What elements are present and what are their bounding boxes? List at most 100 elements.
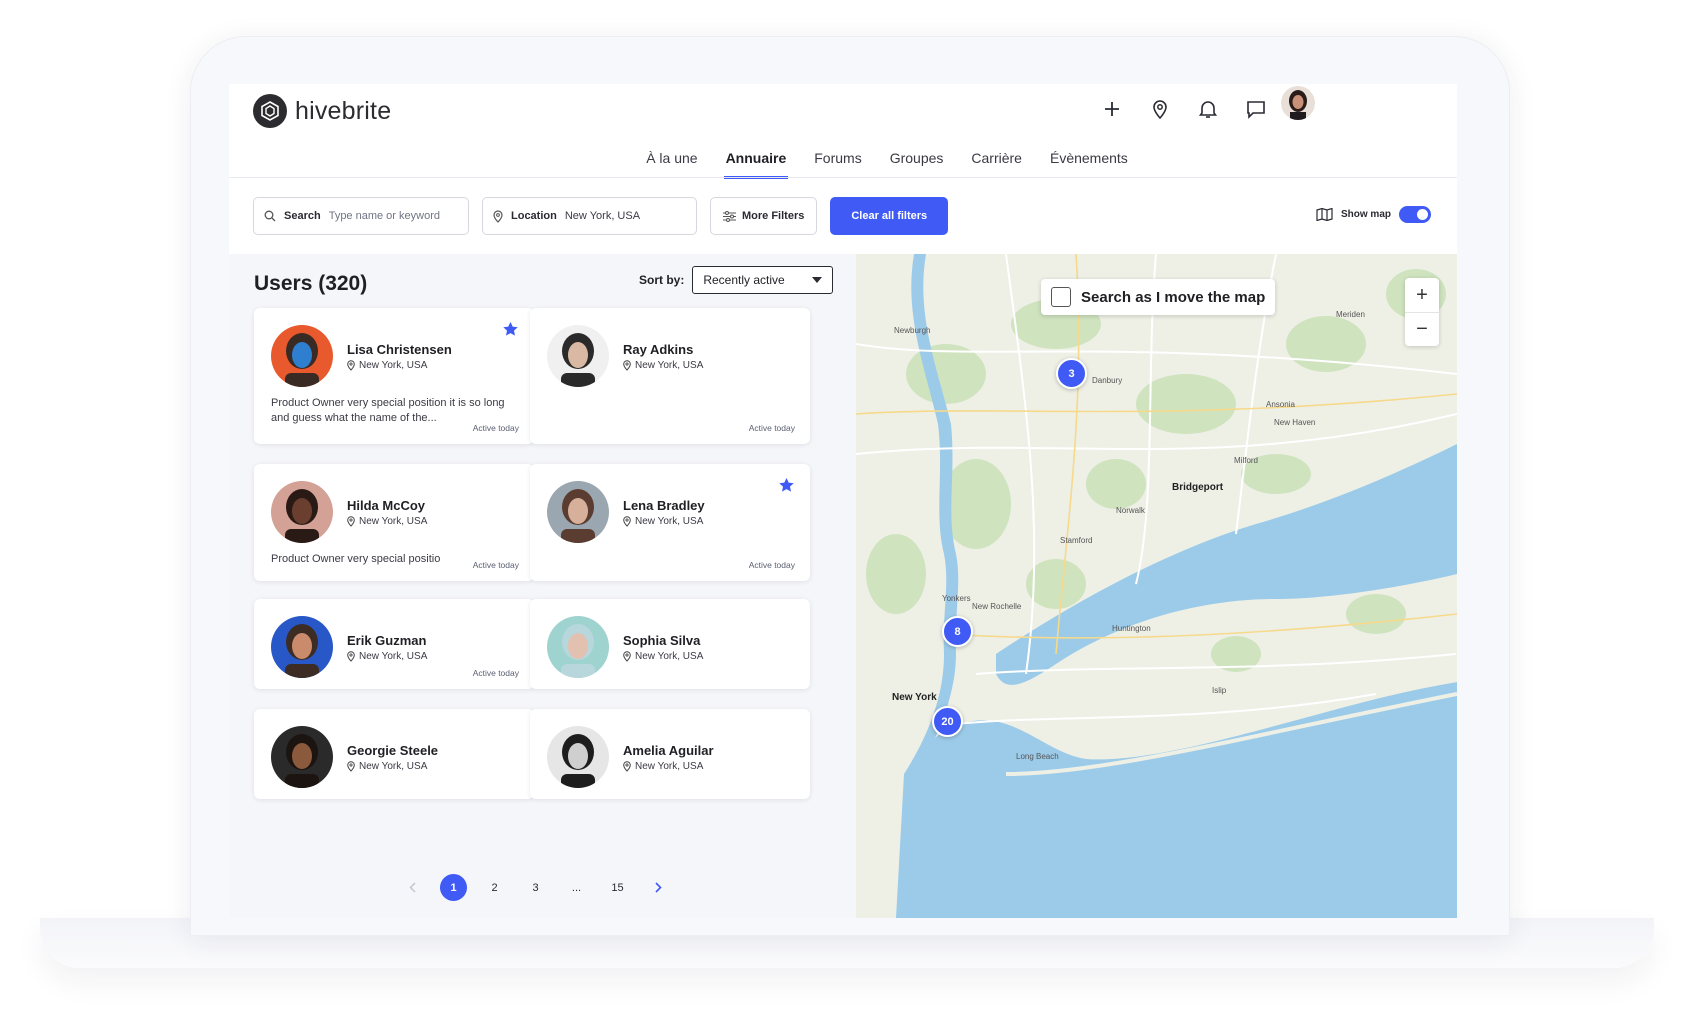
- active-status: Active today: [748, 423, 795, 433]
- user-location: New York, USA: [623, 651, 703, 662]
- pagination-page[interactable]: 2: [481, 874, 508, 901]
- chat-icon[interactable]: [1245, 98, 1267, 120]
- map-label-new-rochelle: New Rochelle: [972, 602, 1022, 611]
- pagination-page[interactable]: 3: [522, 874, 549, 901]
- pagination-page[interactable]: 15: [604, 874, 631, 901]
- location-field[interactable]: Location New York, USA: [482, 197, 697, 235]
- zoom-in-button[interactable]: +: [1405, 278, 1439, 312]
- nav-tab-5[interactable]: Évènements: [1048, 150, 1130, 179]
- user-name[interactable]: Erik Guzman: [347, 633, 426, 648]
- more-filters-button[interactable]: More Filters: [710, 197, 818, 235]
- caret-down-icon: [812, 277, 823, 283]
- user-location-text: New York, USA: [635, 516, 704, 527]
- user-name[interactable]: Hilda McCoy: [347, 498, 425, 513]
- bell-icon[interactable]: [1197, 98, 1219, 120]
- zoom-out-button[interactable]: −: [1405, 312, 1439, 346]
- location-label: Location: [511, 210, 557, 222]
- user-avatar[interactable]: [1281, 86, 1315, 120]
- user-location-text: New York, USA: [635, 651, 704, 662]
- map-label-huntington: Huntington: [1112, 624, 1151, 633]
- map-label-yonkers: Yonkers: [942, 594, 971, 603]
- user-card[interactable]: Sophia Silva New York, USA: [530, 599, 810, 689]
- user-location: New York, USA: [623, 360, 703, 371]
- pagination-page: ...: [571, 881, 582, 894]
- user-location: New York, USA: [347, 761, 427, 772]
- user-card[interactable]: Amelia Aguilar New York, USA: [530, 709, 810, 799]
- user-avatar: [547, 726, 609, 788]
- user-name[interactable]: Lena Bradley: [623, 498, 705, 513]
- user-card[interactable]: Georgie Steele New York, USA: [254, 709, 534, 799]
- user-card[interactable]: Erik Guzman New York, USA Active today: [254, 599, 534, 689]
- nav-tab-2[interactable]: Forums: [812, 150, 863, 179]
- user-name[interactable]: Ray Adkins: [623, 342, 693, 357]
- user-card[interactable]: Lena Bradley New York, USA Active today: [530, 464, 810, 581]
- map-label-bridgeport: Bridgeport: [1172, 482, 1224, 493]
- user-card[interactable]: Ray Adkins New York, USA Active today: [530, 308, 810, 444]
- hivebrite-logo-icon: [253, 94, 287, 128]
- sort-control: Sort by: Recently active: [639, 266, 834, 294]
- location-value: New York, USA: [564, 210, 641, 222]
- map-label-newburgh: Newburgh: [894, 326, 931, 335]
- user-location-text: New York, USA: [635, 360, 704, 371]
- map-label-meriden: Meriden: [1336, 310, 1365, 319]
- active-status: Active today: [748, 560, 795, 570]
- sort-select[interactable]: Recently active: [692, 266, 834, 294]
- search-icon: [264, 210, 276, 222]
- user-location: New York, USA: [347, 360, 427, 371]
- user-location: New York, USA: [623, 516, 703, 527]
- brand-name: hivebrite: [295, 96, 392, 125]
- location-pin-icon: [347, 761, 355, 772]
- user-bio: Product Owner very special position it i…: [271, 397, 505, 424]
- header-actions: [1101, 98, 1267, 120]
- user-name[interactable]: Georgie Steele: [347, 743, 438, 758]
- search-as-move-control[interactable]: Search as I move the map: [1041, 279, 1276, 315]
- main-nav: À la une Annuaire Forums Groupes Carrière Évè…: [229, 150, 1457, 179]
- user-avatar: [547, 616, 609, 678]
- map-label-milford: Milford: [1234, 456, 1259, 465]
- sort-label: Sort by:: [639, 273, 685, 287]
- nav-tab-0[interactable]: À la une: [644, 150, 699, 179]
- map-canvas: [856, 254, 1457, 918]
- active-status: Active today: [472, 668, 519, 678]
- user-name[interactable]: Amelia Aguilar: [623, 743, 714, 758]
- brand-logo[interactable]: hivebrite: [253, 94, 391, 128]
- star-icon[interactable]: [503, 322, 518, 341]
- show-map-toggle[interactable]: [1399, 206, 1431, 223]
- user-name[interactable]: Sophia Silva: [623, 633, 700, 648]
- pagination-prev-icon[interactable]: [399, 874, 426, 901]
- user-card[interactable]: Hilda McCoy New York, USA Product Owner ve…: [254, 464, 534, 581]
- location-pin-icon[interactable]: [1149, 98, 1171, 120]
- map-cluster-marker[interactable]: 8: [942, 616, 973, 647]
- nav-tab-3[interactable]: Groupes: [888, 150, 946, 179]
- user-location: New York, USA: [347, 516, 427, 527]
- nav-tab-1[interactable]: Annuaire: [723, 150, 789, 179]
- users-list-panel: Users (320) Sort by: Recently active Lis…: [229, 254, 856, 918]
- nav-tab-4[interactable]: Carrière: [969, 150, 1024, 179]
- map-label-ansonia: Ansonia: [1266, 400, 1295, 409]
- user-avatar: [271, 481, 333, 543]
- search-placeholder: Type name or keyword: [328, 210, 440, 222]
- map-label-islip: Islip: [1212, 686, 1227, 695]
- user-avatar: [547, 481, 609, 543]
- map-view[interactable]: New York Bridgeport Danbury Stamford Yon…: [856, 254, 1457, 918]
- search-as-move-checkbox[interactable]: [1051, 287, 1071, 307]
- user-location-text: New York, USA: [359, 516, 428, 527]
- pagination-next-icon[interactable]: [645, 874, 672, 901]
- map-icon: [1316, 208, 1333, 221]
- filter-bar: Search Type name or keyword Location New…: [253, 197, 949, 235]
- map-label-stamford: Stamford: [1060, 536, 1093, 545]
- user-card[interactable]: Lisa Christensen New York, USA Product Own…: [254, 308, 534, 444]
- pagination-page[interactable]: 1: [440, 874, 467, 901]
- plus-icon[interactable]: [1101, 98, 1123, 120]
- search-field[interactable]: Search Type name or keyword: [253, 197, 469, 235]
- user-location-text: New York, USA: [635, 761, 704, 772]
- map-cluster-marker[interactable]: 3: [1056, 358, 1087, 389]
- clear-all-filters-button[interactable]: Clear all filters: [830, 197, 949, 235]
- header-divider: [229, 177, 1457, 178]
- map-cluster-marker[interactable]: 20: [932, 706, 963, 737]
- location-pin-icon: [623, 360, 631, 371]
- user-name[interactable]: Lisa Christensen: [347, 342, 452, 357]
- location-pin-icon: [347, 516, 355, 527]
- location-pin-icon: [623, 761, 631, 772]
- star-icon[interactable]: [779, 478, 794, 497]
